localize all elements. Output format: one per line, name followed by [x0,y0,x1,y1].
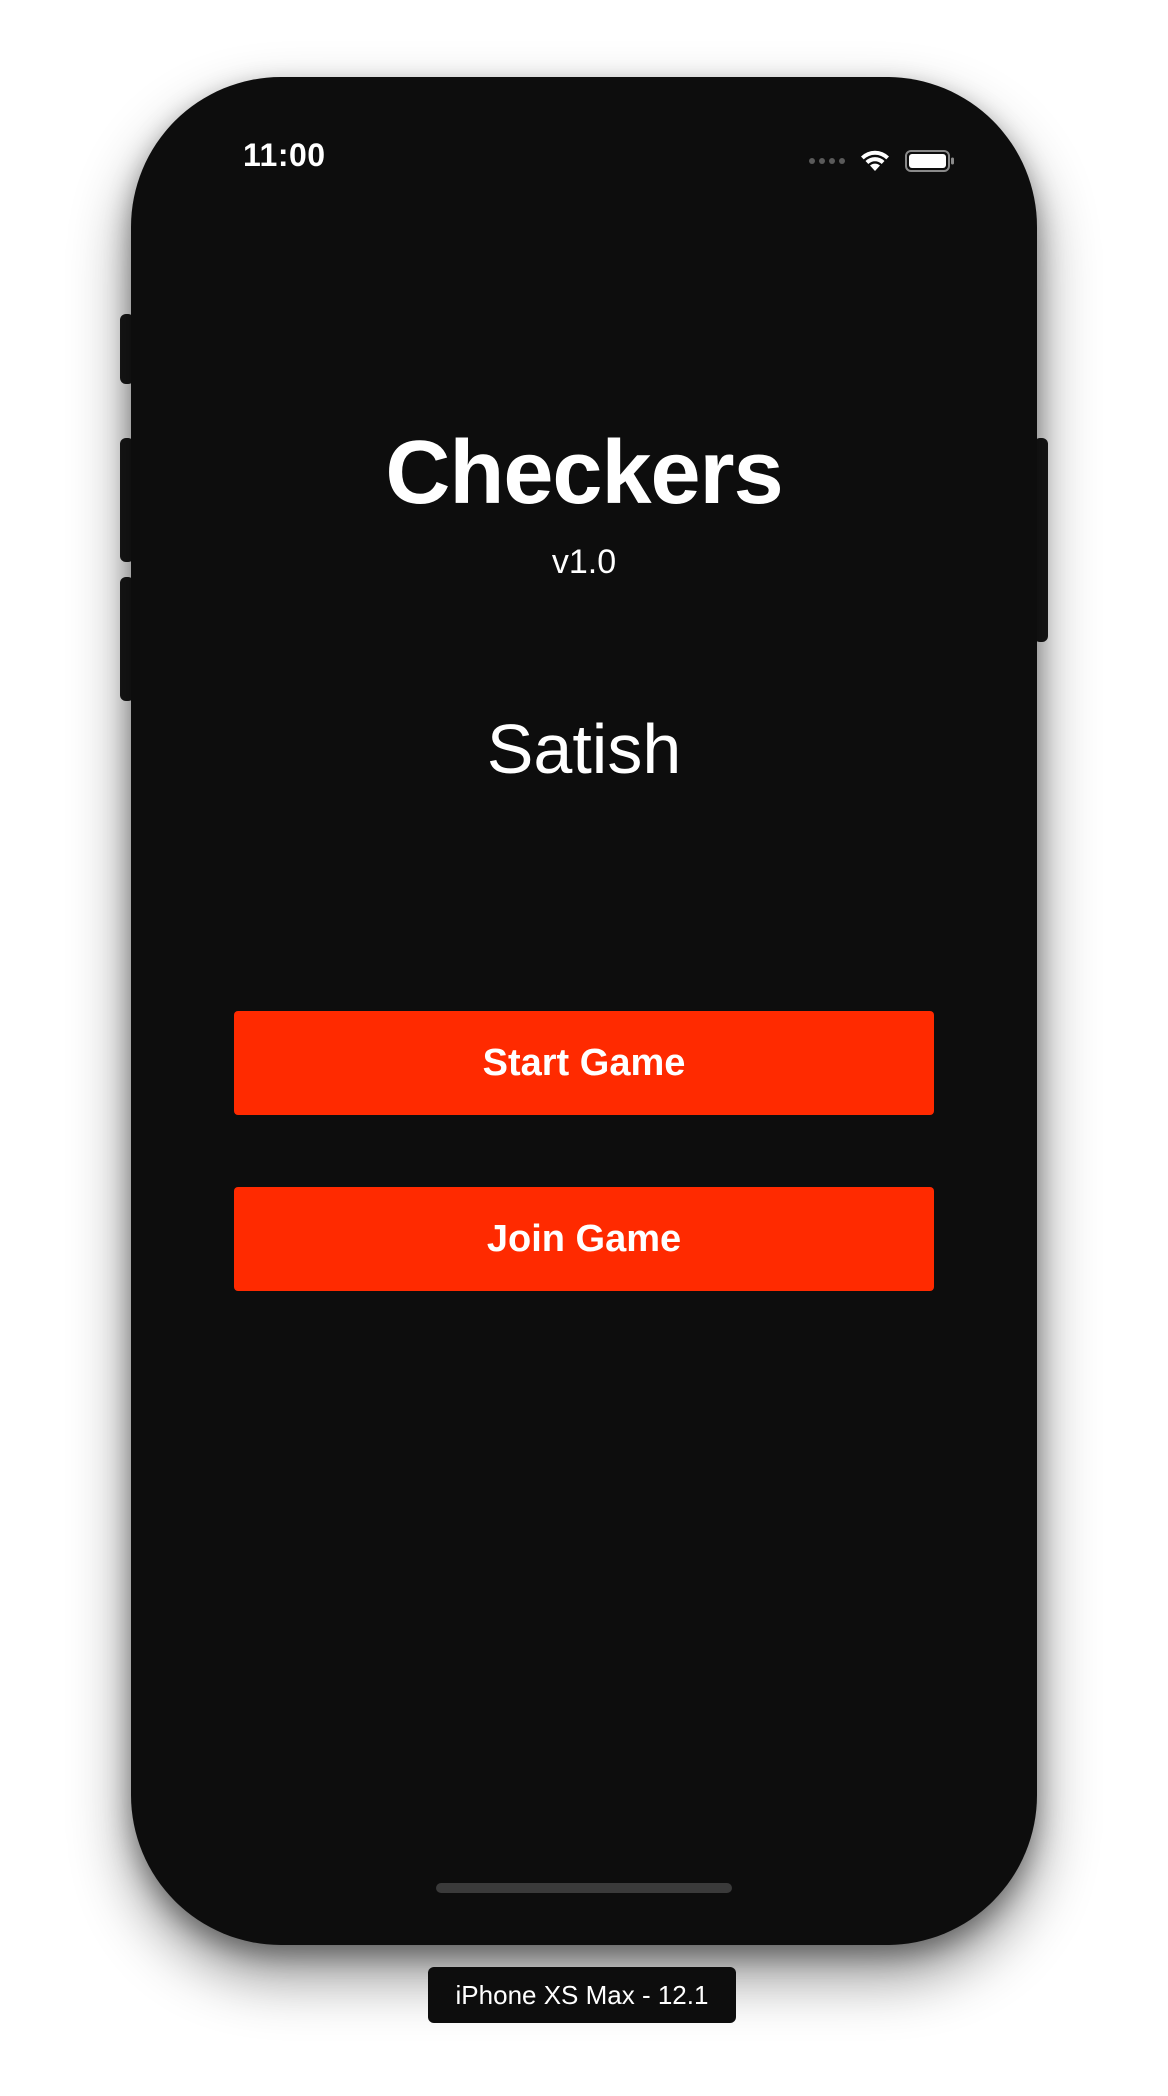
player-name: Satish [486,710,682,788]
home-indicator[interactable] [436,1883,732,1893]
start-game-button[interactable]: Start Game [234,1011,934,1115]
app-title: Checkers [385,423,783,523]
status-bar-time: 11:00 [243,137,326,173]
wifi-icon [861,150,889,171]
status-bar-icons [809,147,955,175]
join-game-button[interactable]: Join Game [234,1187,934,1291]
simulator-stage: 11:00 Checkers v1.0 Satish Start Game Jo… [0,0,1168,2096]
cellular-signal-icon [809,158,845,164]
iphone-screen: 11:00 Checkers v1.0 Satish Start Game Jo… [131,77,1037,1945]
battery-icon [905,150,954,172]
app-version: v1.0 [551,543,617,581]
simulator-device-label: iPhone XS Max - 12.1 [428,1967,736,2023]
